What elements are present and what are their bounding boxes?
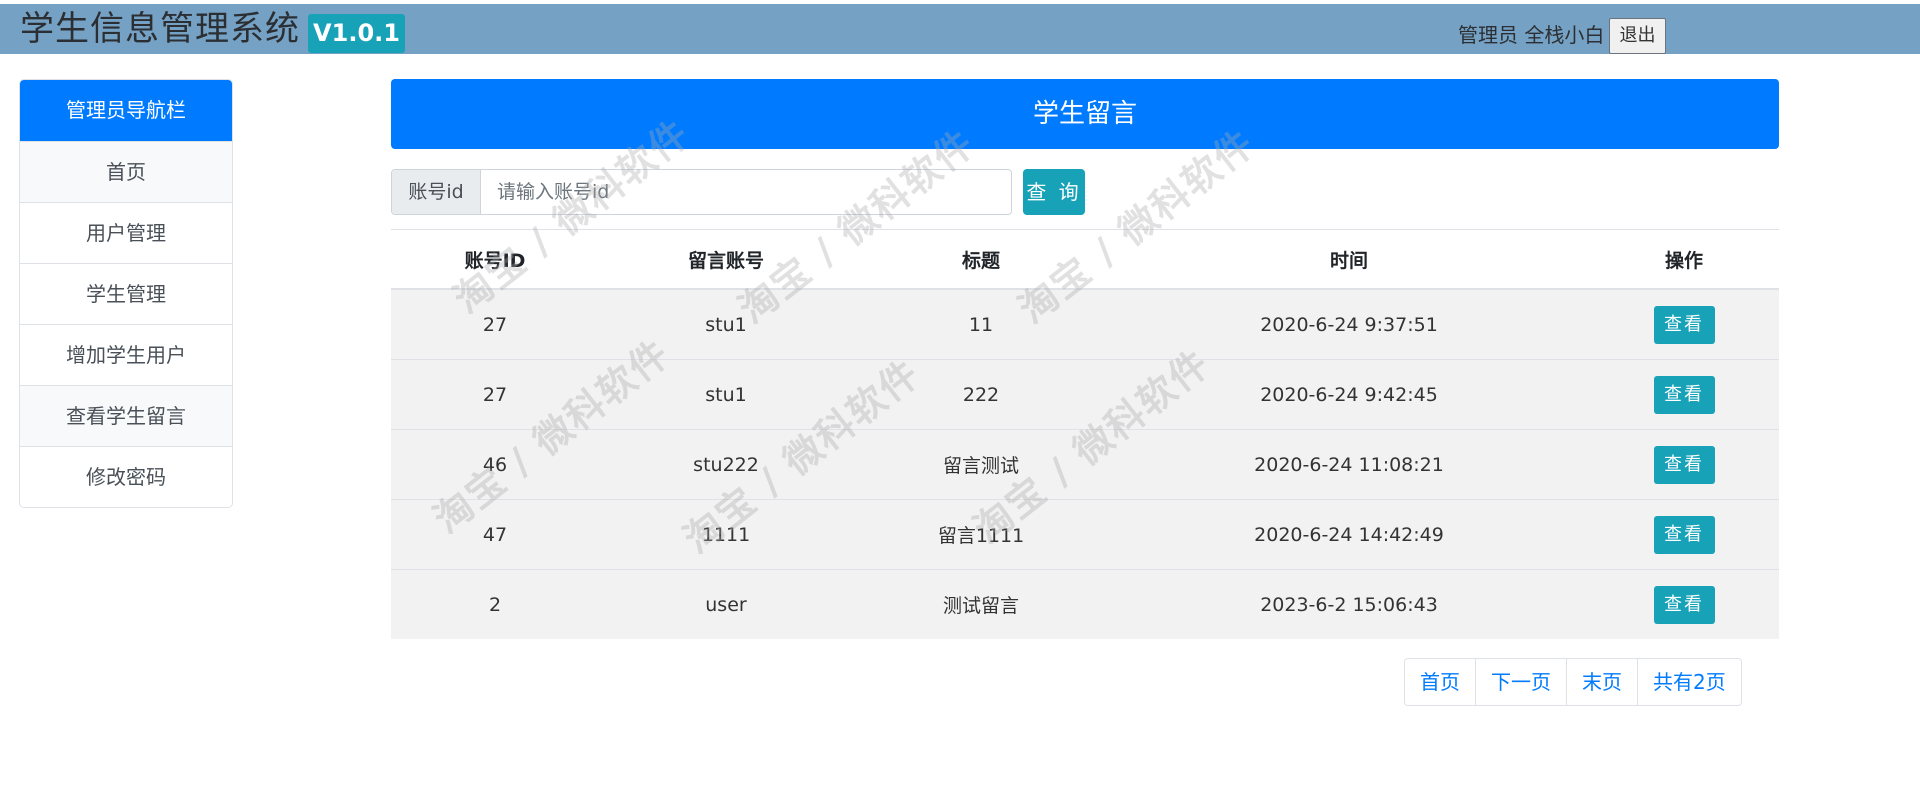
panel-title: 学生留言 xyxy=(391,79,1779,149)
column-header-time: 时间 xyxy=(1109,229,1589,290)
cell-time: 2020-6-24 9:42:45 xyxy=(1109,359,1589,430)
cell-title: 11 xyxy=(853,288,1109,360)
table-row: 46 stu222 留言测试 2020-6-24 11:08:21 查看 xyxy=(391,429,1779,500)
cell-action: 查看 xyxy=(1589,359,1779,430)
cell-time: 2020-6-24 14:42:49 xyxy=(1109,499,1589,570)
cell-action: 查看 xyxy=(1589,288,1779,360)
logout-button[interactable]: 退出 xyxy=(1609,18,1666,54)
cell-title: 测试留言 xyxy=(853,569,1109,639)
sidebar-title[interactable]: 管理员导航栏 xyxy=(20,80,232,141)
search-group: 账号id xyxy=(391,169,1012,215)
cell-title: 留言测试 xyxy=(853,429,1109,500)
cell-action: 查看 xyxy=(1589,429,1779,500)
cell-message-account: user xyxy=(599,569,853,639)
view-button[interactable]: 查看 xyxy=(1653,585,1715,624)
table-row: 27 stu1 11 2020-6-24 9:37:51 查看 xyxy=(391,288,1779,360)
pagination-next-page[interactable]: 下一页 xyxy=(1475,659,1566,705)
view-button[interactable]: 查看 xyxy=(1653,375,1715,414)
admin-sidebar: 管理员导航栏 首页 用户管理 学生管理 增加学生用户 查看学生留言 修改密码 xyxy=(19,79,233,508)
table-header-row: 账号ID 留言账号 标题 时间 操作 xyxy=(391,229,1779,290)
cell-message-account: 1111 xyxy=(599,499,853,570)
cell-action: 查看 xyxy=(1589,569,1779,639)
pagination-total-pages: 共有2页 xyxy=(1637,659,1741,705)
pagination-last-page[interactable]: 末页 xyxy=(1566,659,1637,705)
search-label: 账号id xyxy=(392,170,481,214)
cell-title: 222 xyxy=(853,359,1109,430)
cell-message-account: stu1 xyxy=(599,288,853,360)
column-header-title: 标题 xyxy=(853,229,1109,290)
column-header-action: 操作 xyxy=(1589,229,1779,290)
sidebar-item-user-management[interactable]: 用户管理 xyxy=(20,202,232,263)
version-badge: V1.0.1 xyxy=(308,14,405,53)
column-header-account-id: 账号ID xyxy=(391,229,599,290)
sidebar-item-add-student[interactable]: 增加学生用户 xyxy=(20,324,232,385)
view-button[interactable]: 查看 xyxy=(1653,305,1715,344)
view-button[interactable]: 查看 xyxy=(1653,445,1715,484)
query-button[interactable]: 查 询 xyxy=(1023,169,1085,215)
current-user-info: 管理员 全栈小白 xyxy=(1458,23,1605,47)
cell-time: 2023-6-2 15:06:43 xyxy=(1109,569,1589,639)
cell-action: 查看 xyxy=(1589,499,1779,570)
pagination-first-page[interactable]: 首页 xyxy=(1405,659,1475,705)
cell-account-id: 47 xyxy=(391,499,599,570)
cell-account-id: 46 xyxy=(391,429,599,500)
cell-title: 留言1111 xyxy=(853,499,1109,570)
table-row: 27 stu1 222 2020-6-24 9:42:45 查看 xyxy=(391,359,1779,430)
cell-time: 2020-6-24 9:37:51 xyxy=(1109,288,1589,360)
sidebar-item-student-messages[interactable]: 查看学生留言 xyxy=(20,385,232,446)
table-row: 47 1111 留言1111 2020-6-24 14:42:49 查看 xyxy=(391,499,1779,570)
messages-table: 账号ID 留言账号 标题 时间 操作 27 stu1 11 2020-6-24 … xyxy=(391,229,1779,639)
view-button[interactable]: 查看 xyxy=(1653,515,1715,554)
cell-account-id: 27 xyxy=(391,359,599,430)
sidebar-item-change-password[interactable]: 修改密码 xyxy=(20,446,232,507)
cell-message-account: stu222 xyxy=(599,429,853,500)
column-header-message-account: 留言账号 xyxy=(599,229,853,290)
cell-message-account: stu1 xyxy=(599,359,853,430)
top-header: 学生信息管理系统 V1.0.1 管理员 全栈小白 退出 xyxy=(0,4,1920,54)
app-title: 学生信息管理系统 xyxy=(20,9,300,49)
cell-time: 2020-6-24 11:08:21 xyxy=(1109,429,1589,500)
sidebar-item-home[interactable]: 首页 xyxy=(20,141,232,202)
account-id-search-input[interactable] xyxy=(481,170,1011,214)
sidebar-item-student-management[interactable]: 学生管理 xyxy=(20,263,232,324)
table-row: 2 user 测试留言 2023-6-2 15:06:43 查看 xyxy=(391,569,1779,639)
cell-account-id: 27 xyxy=(391,288,599,360)
cell-account-id: 2 xyxy=(391,569,599,639)
pagination: 首页 下一页 末页 共有2页 xyxy=(1404,658,1742,706)
